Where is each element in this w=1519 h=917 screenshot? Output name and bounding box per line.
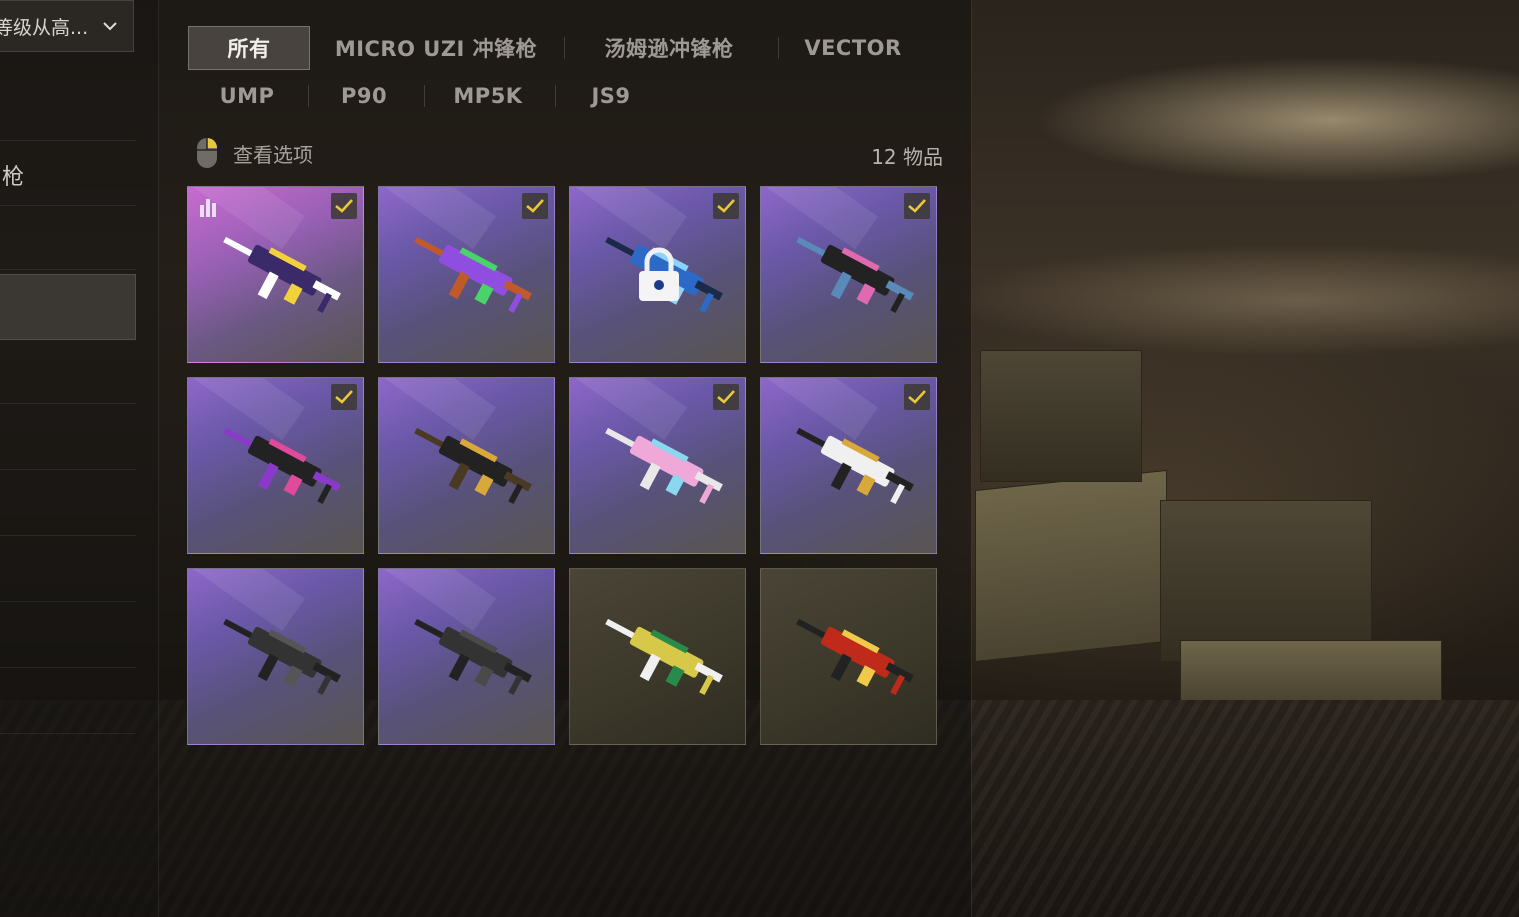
tab-thompson[interactable]: 汤姆逊冲锋枪 bbox=[594, 26, 744, 70]
smg-icon bbox=[605, 427, 723, 505]
equipped-check-icon bbox=[522, 193, 548, 219]
inventory-item-vector-circuit[interactable] bbox=[569, 568, 746, 745]
sidebar-item[interactable] bbox=[0, 404, 136, 470]
crate bbox=[975, 469, 1167, 663]
item-count: 12 物品 bbox=[871, 145, 943, 169]
tab-js9[interactable]: JS9 bbox=[584, 74, 638, 118]
chevron-down-icon bbox=[103, 22, 117, 31]
crate bbox=[980, 350, 1142, 482]
equipped-check-icon bbox=[904, 384, 930, 410]
equipped-check-icon bbox=[331, 193, 357, 219]
smg-icon bbox=[223, 618, 341, 696]
smg-icon bbox=[414, 427, 532, 505]
category-sidebar: 等级从高... 枪 bbox=[0, 0, 159, 917]
smg-icon bbox=[414, 236, 532, 314]
crate bbox=[1160, 500, 1372, 662]
smg-icon bbox=[796, 427, 914, 505]
tab-all[interactable]: 所有 bbox=[188, 26, 310, 70]
inventory-item-thompson-pink[interactable] bbox=[187, 377, 364, 554]
smg-icon bbox=[796, 618, 914, 696]
smg-icon bbox=[796, 236, 914, 314]
lock-icon bbox=[639, 247, 679, 301]
inventory-item-p90-gold[interactable] bbox=[378, 377, 555, 554]
sidebar-item[interactable] bbox=[0, 602, 136, 668]
equipped-check-icon bbox=[331, 384, 357, 410]
tier-bars-icon bbox=[200, 199, 216, 217]
sidebar-item[interactable] bbox=[0, 668, 136, 734]
view-options-label: 查看选项 bbox=[233, 142, 313, 167]
tab-divider bbox=[308, 85, 309, 107]
equipped-check-icon bbox=[713, 384, 739, 410]
tab-divider bbox=[778, 37, 779, 59]
inventory-item-ump-blue[interactable] bbox=[569, 186, 746, 363]
tab-mp5k[interactable]: MP5K bbox=[452, 74, 524, 118]
mouse-icon bbox=[197, 138, 217, 168]
sidebar-item-smg[interactable]: 枪 bbox=[0, 140, 136, 206]
sidebar-item-selected[interactable] bbox=[0, 274, 136, 340]
inventory-item-mp5k-pro-skin[interactable] bbox=[187, 186, 364, 363]
sort-dropdown[interactable]: 等级从高... bbox=[0, 0, 134, 52]
smg-icon bbox=[414, 618, 532, 696]
sidebar-item-label: 枪 bbox=[2, 165, 25, 190]
sidebar-item[interactable] bbox=[0, 470, 136, 536]
tab-divider bbox=[564, 37, 565, 59]
tab-ump[interactable]: UMP bbox=[216, 74, 278, 118]
inventory-item-micro-uzi-dark[interactable] bbox=[760, 186, 937, 363]
smg-icon bbox=[223, 236, 341, 314]
tab-micro-uzi[interactable]: MICRO UZI 冲锋枪 bbox=[335, 26, 537, 70]
inventory-item-p90-white-gold[interactable] bbox=[760, 377, 937, 554]
tab-divider bbox=[424, 85, 425, 107]
inventory-item-vector-green-purple[interactable] bbox=[378, 186, 555, 363]
sidebar-item[interactable] bbox=[0, 536, 136, 602]
view-options[interactable]: 查看选项 bbox=[195, 136, 313, 170]
sort-label: 等级从高... bbox=[0, 16, 89, 39]
inventory-item-js9-pastel[interactable] bbox=[569, 377, 746, 554]
inventory-item-vector-default[interactable] bbox=[378, 568, 555, 745]
inventory-item-ump-default[interactable] bbox=[187, 568, 364, 745]
crate bbox=[1180, 640, 1442, 702]
tab-p90[interactable]: P90 bbox=[336, 74, 392, 118]
equipped-check-icon bbox=[713, 193, 739, 219]
sidebar-item[interactable] bbox=[0, 340, 136, 404]
tab-vector[interactable]: VECTOR bbox=[804, 26, 901, 70]
inventory-item-js9-red-pro[interactable] bbox=[760, 568, 937, 745]
smg-icon bbox=[223, 427, 341, 505]
smg-icon bbox=[605, 618, 723, 696]
equipped-check-icon bbox=[904, 193, 930, 219]
tab-divider bbox=[555, 85, 556, 107]
sidebar-item[interactable] bbox=[0, 206, 136, 270]
